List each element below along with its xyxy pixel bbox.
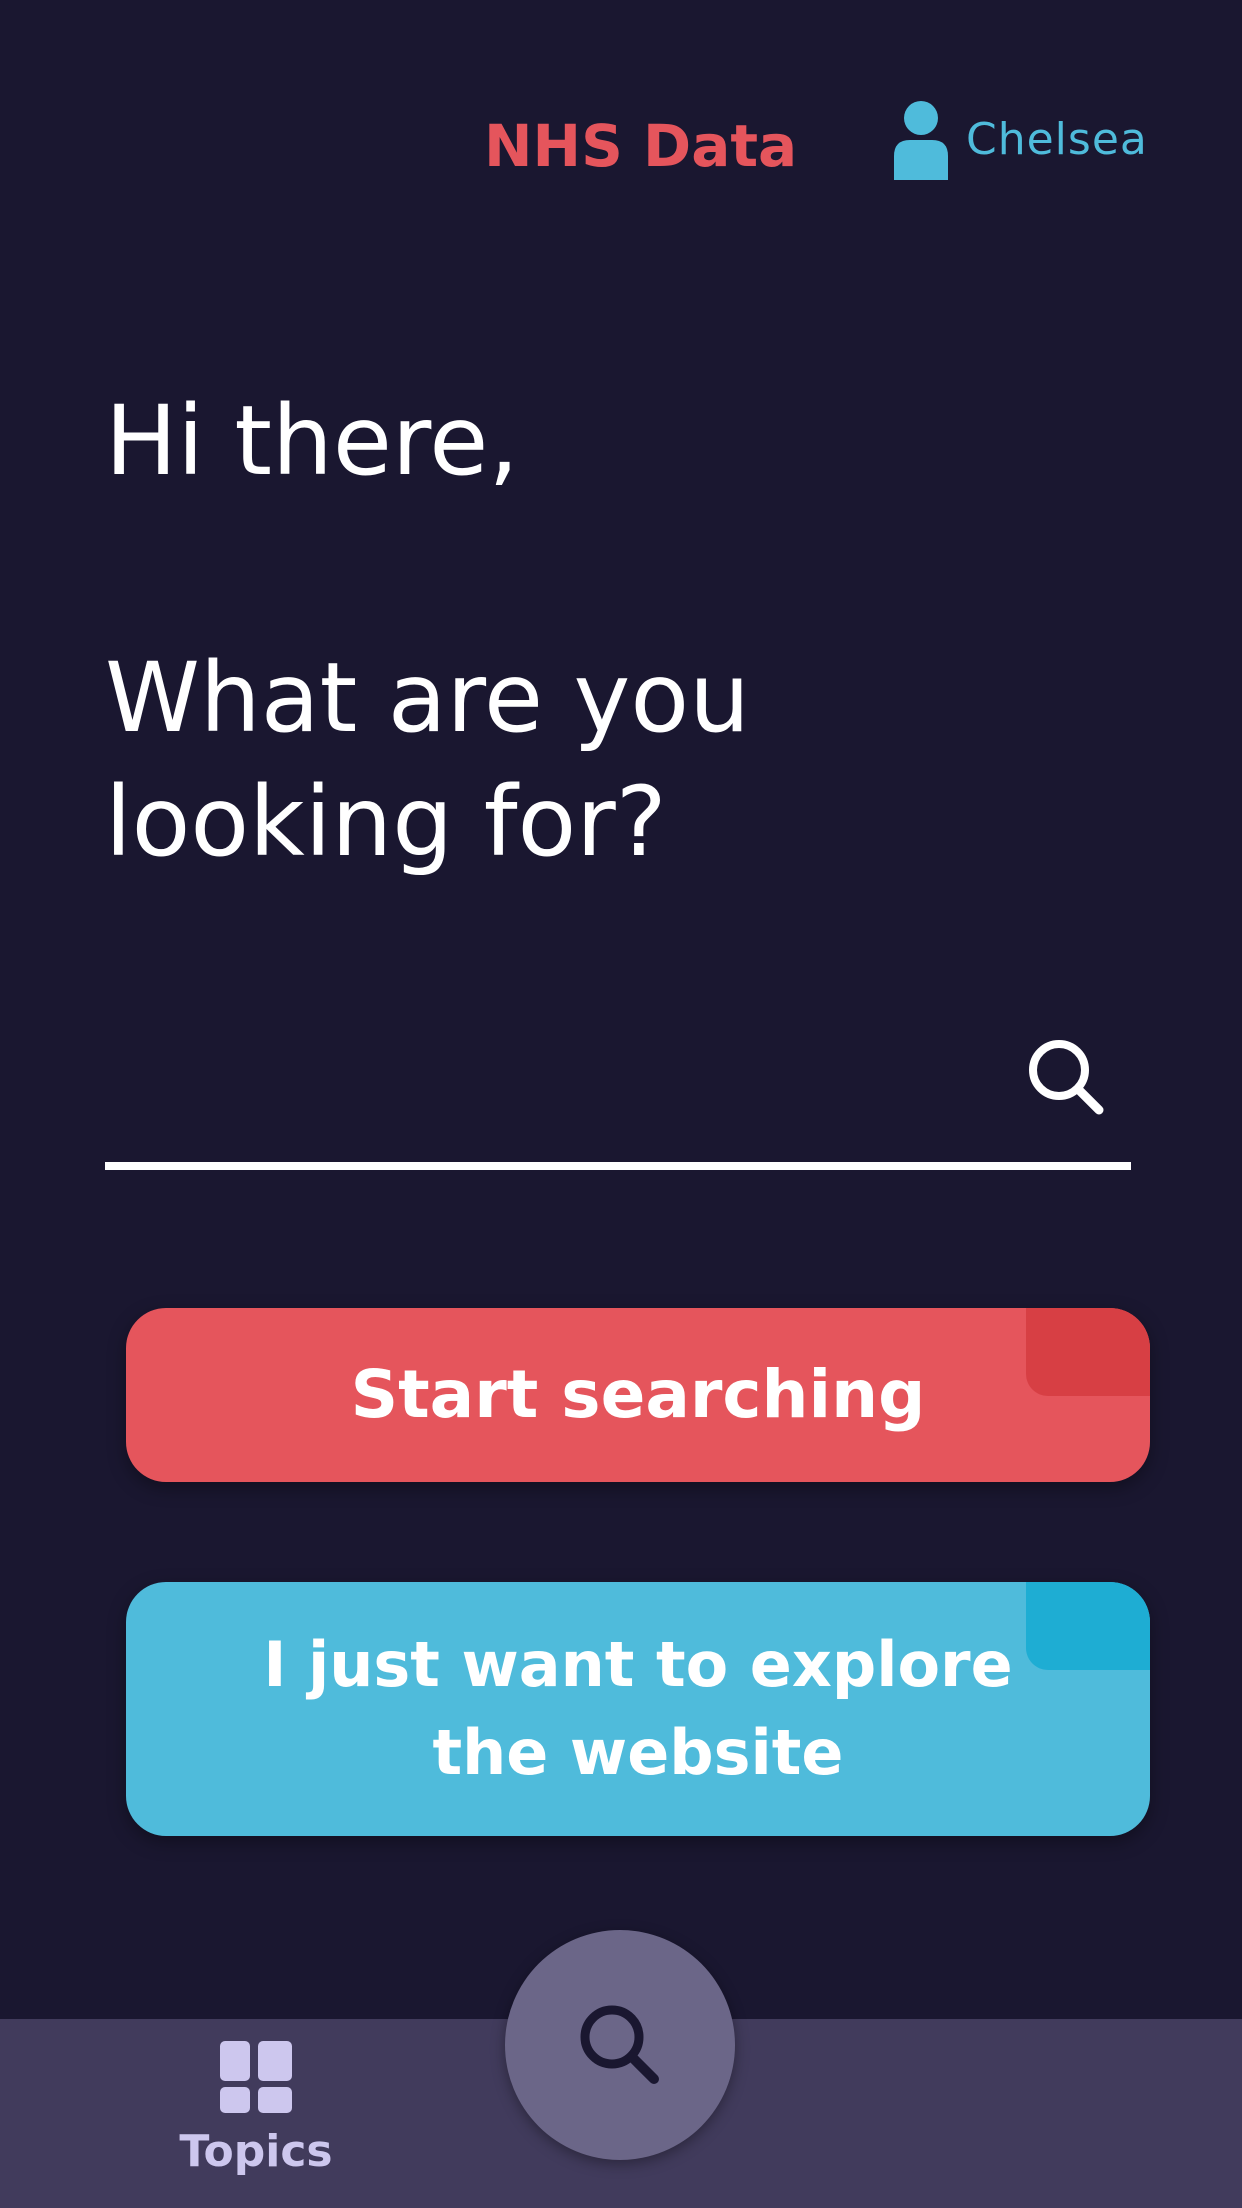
search-fab-button[interactable] (505, 1930, 735, 2160)
question-heading: What are you looking for? (105, 642, 750, 878)
user-icon (894, 101, 948, 180)
user-name: Chelsea (966, 114, 1148, 165)
explore-website-label: I just want to explore the website (263, 1628, 1013, 1789)
start-searching-label: Start searching (350, 1356, 926, 1433)
button-corner-accent (1026, 1582, 1150, 1670)
search-icon[interactable] (1023, 1034, 1113, 1124)
greeting-text: Hi there, (105, 385, 519, 497)
nav-item-topics-label: Topics (179, 2126, 333, 2177)
search-input[interactable] (105, 1020, 1005, 1160)
search-icon (580, 2005, 659, 2084)
nav-item-topics[interactable]: Topics (156, 2038, 356, 2181)
search-underline (105, 1162, 1131, 1170)
grid-icon (220, 2041, 292, 2113)
user-profile-link[interactable]: Chelsea (890, 100, 1148, 180)
start-searching-button[interactable]: Start searching (126, 1308, 1150, 1482)
search-field (105, 1020, 1131, 1170)
explore-website-button[interactable]: I just want to explore the website (126, 1582, 1150, 1836)
app-title: NHS Data (484, 112, 798, 180)
button-corner-accent (1026, 1308, 1150, 1396)
